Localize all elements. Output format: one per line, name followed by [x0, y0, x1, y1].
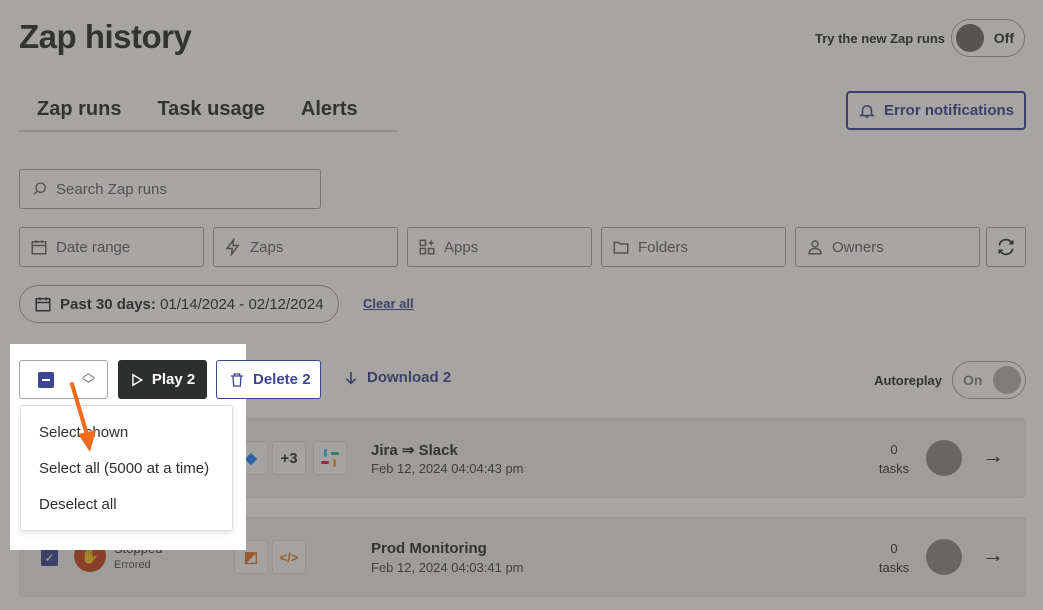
play-button[interactable]: Play 2: [118, 360, 207, 399]
menu-item-deselect-all[interactable]: Deselect all: [39, 496, 117, 513]
dim-overlay: [0, 0, 1043, 344]
select-menu: Select shown Select all (5000 at a time)…: [20, 405, 233, 531]
dim-overlay: [246, 344, 1043, 550]
delete-label: Delete 2: [253, 371, 311, 388]
indeterminate-checkbox[interactable]: [38, 372, 54, 388]
zap-history-page: Zap history Try the new Zap runs Off Zap…: [0, 0, 1043, 610]
annotation-arrow-icon: [70, 382, 96, 452]
dim-overlay: [0, 344, 10, 550]
play-label: Play 2: [151, 371, 196, 388]
delete-button[interactable]: Delete 2: [216, 360, 321, 399]
trash-icon: [231, 372, 243, 387]
dim-overlay: [0, 550, 1043, 610]
menu-item-select-all[interactable]: Select all (5000 at a time): [39, 460, 209, 477]
play-icon: [132, 372, 143, 387]
